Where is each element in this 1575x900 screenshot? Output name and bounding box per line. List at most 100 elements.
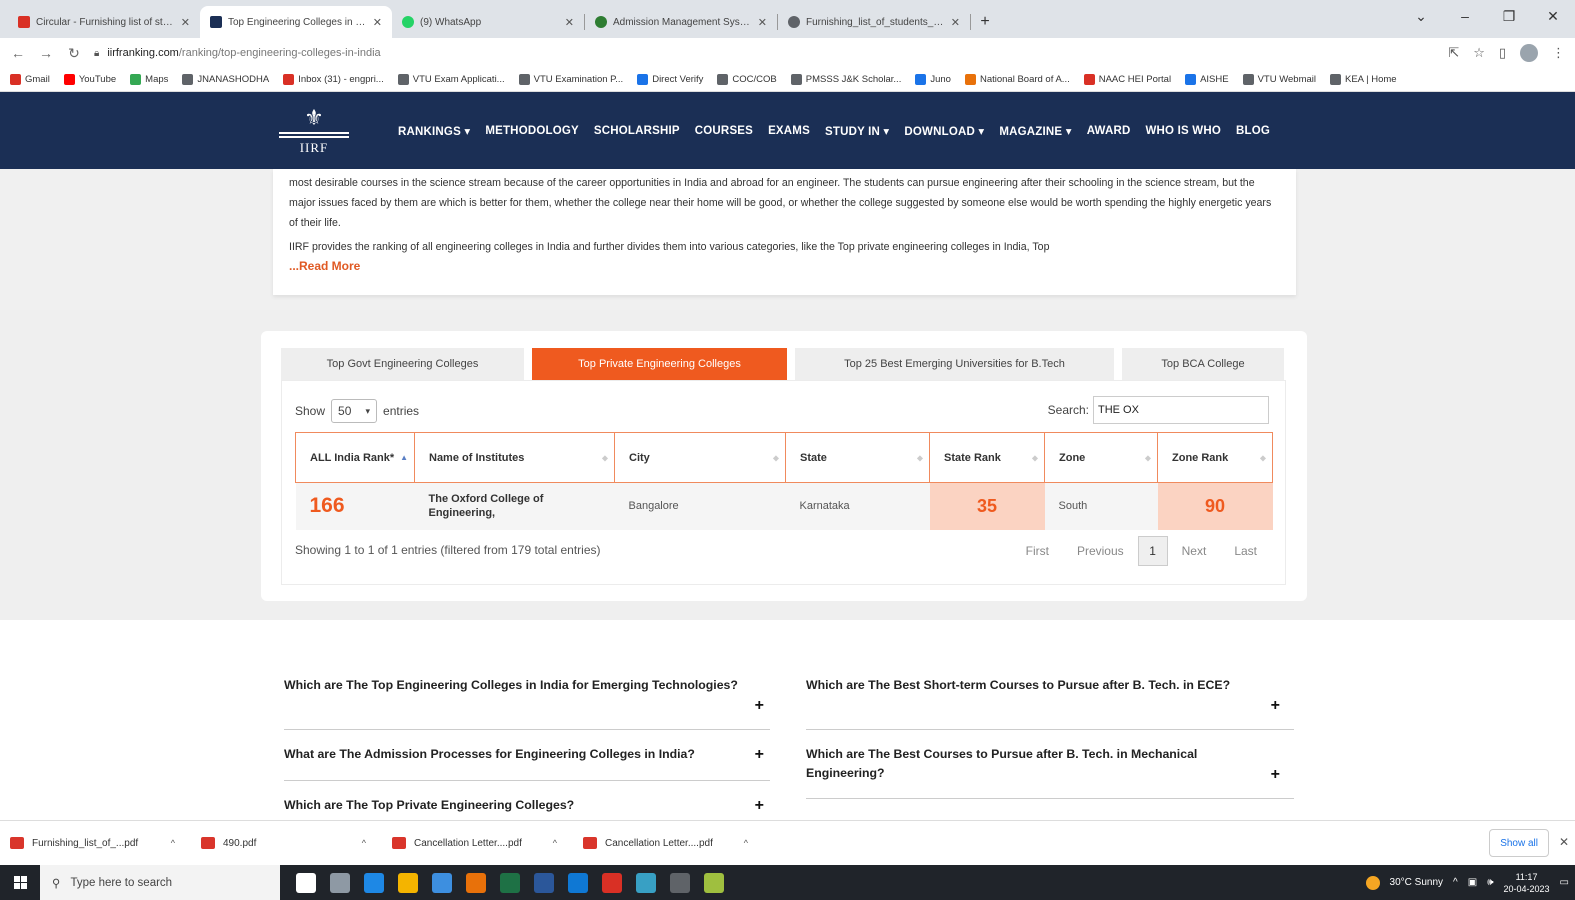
- bookmark-item[interactable]: JNANASHODHA: [182, 74, 269, 85]
- pager-previous[interactable]: Previous: [1063, 544, 1138, 558]
- chevron-up-icon[interactable]: ^: [171, 838, 175, 848]
- column-all-india-rank[interactable]: ALL India Rank* ▲: [295, 432, 415, 483]
- column-zone-rank[interactable]: Zone Rank ◆: [1157, 432, 1273, 483]
- nav-award[interactable]: AWARD: [1087, 125, 1131, 137]
- taskbar-app-icon[interactable]: [704, 872, 724, 893]
- close-tab-icon[interactable]: ✕: [373, 16, 382, 29]
- taskbar-app-icon[interactable]: [568, 872, 588, 893]
- column-state[interactable]: State ◆: [785, 432, 930, 483]
- faq-item[interactable]: What are The Admission Processes for Eng…: [284, 745, 770, 781]
- tab-top-bca-college[interactable]: Top BCA College: [1122, 348, 1284, 380]
- taskbar-clock[interactable]: 11:17 20-04-2023: [1504, 871, 1550, 895]
- nav-courses[interactable]: COURSES: [695, 125, 753, 137]
- close-window-icon[interactable]: ✕: [1531, 0, 1575, 32]
- url-field[interactable]: 🔒︎ iirfranking.com/ranking/top-engineeri…: [94, 47, 1436, 59]
- nav-study-in[interactable]: STUDY IN ▾: [825, 124, 889, 138]
- pager-first[interactable]: First: [1012, 544, 1063, 558]
- faq-item[interactable]: Which are The Best Courses to Pursue aft…: [806, 745, 1294, 799]
- pager-last[interactable]: Last: [1220, 544, 1271, 558]
- chevron-up-icon[interactable]: ^: [553, 838, 557, 848]
- faq-item[interactable]: Which are The Top Engineering Colleges i…: [284, 676, 770, 730]
- bookmark-item[interactable]: VTU Examination P...: [518, 74, 623, 85]
- bookmark-item[interactable]: VTU Webmail: [1242, 74, 1316, 85]
- show-all-button[interactable]: Show all: [1489, 829, 1549, 857]
- institute-name-cell[interactable]: The Oxford College of Engineering,: [414, 482, 615, 530]
- chevron-up-icon[interactable]: ^: [744, 838, 748, 848]
- back-arrow-icon[interactable]: ←: [10, 45, 26, 61]
- download-item[interactable]: 490.pdf ^: [201, 837, 392, 849]
- maximize-icon[interactable]: ❐: [1487, 0, 1531, 32]
- weather-text[interactable]: 30°C Sunny: [1390, 877, 1443, 888]
- browser-tab[interactable]: (9) WhatsApp ✕: [392, 6, 584, 38]
- download-item[interactable]: Cancellation Letter....pdf ^: [392, 837, 583, 849]
- pager-current-page[interactable]: 1: [1137, 536, 1168, 566]
- close-tab-icon[interactable]: ✕: [565, 16, 574, 29]
- column-city[interactable]: City ◆: [614, 432, 786, 483]
- bookmark-item[interactable]: National Board of A...: [964, 74, 1070, 85]
- bookmark-star-icon[interactable]: ☆: [1473, 45, 1485, 61]
- close-tab-icon[interactable]: ✕: [951, 16, 960, 29]
- entries-select[interactable]: 50 ▾: [331, 399, 378, 423]
- tab-top-govt-engineering[interactable]: Top Govt Engineering Colleges: [281, 348, 524, 380]
- taskbar-app-icon[interactable]: [432, 872, 452, 893]
- faq-item[interactable]: Which are The Top Private Engineering Co…: [284, 796, 770, 818]
- chevron-up-icon[interactable]: ^: [362, 838, 366, 848]
- notifications-icon[interactable]: ▭: [1560, 877, 1569, 888]
- browser-tab[interactable]: Furnishing_list_of_students_admi ✕: [778, 6, 970, 38]
- bookmark-item[interactable]: Juno: [915, 74, 951, 85]
- bookmark-item[interactable]: VTU Exam Applicati...: [397, 74, 505, 85]
- taskbar-app-icon[interactable]: [602, 872, 622, 893]
- bookmark-item[interactable]: KEA | Home: [1330, 74, 1397, 85]
- taskbar-app-icon[interactable]: [364, 872, 384, 893]
- pager-next[interactable]: Next: [1168, 544, 1221, 558]
- side-panel-icon[interactable]: ▯: [1499, 45, 1506, 61]
- bookmark-item[interactable]: Direct Verify: [637, 74, 703, 85]
- taskbar-app-icon[interactable]: [670, 872, 690, 893]
- nav-blog[interactable]: BLOG: [1236, 125, 1270, 137]
- bookmark-item[interactable]: AISHE: [1185, 74, 1229, 85]
- plus-icon[interactable]: +: [1271, 765, 1280, 784]
- volume-icon[interactable]: 🕪︎: [1487, 877, 1493, 888]
- bookmark-item[interactable]: PMSSS J&K Scholar...: [790, 74, 901, 85]
- close-downloads-icon[interactable]: ✕: [1559, 835, 1569, 849]
- taskbar-app-icon[interactable]: [296, 872, 316, 893]
- column-zone[interactable]: Zone ◆: [1044, 432, 1158, 483]
- bookmark-item[interactable]: YouTube: [63, 74, 116, 85]
- faq-item[interactable]: Which are The Best Short-term Courses to…: [806, 676, 1294, 730]
- taskbar-app-icon[interactable]: [636, 872, 656, 893]
- close-tab-icon[interactable]: ✕: [758, 16, 767, 29]
- taskbar-app-icon[interactable]: [466, 872, 486, 893]
- read-more-link[interactable]: ...Read More: [289, 259, 360, 273]
- bookmark-item[interactable]: COC/COB: [717, 74, 777, 85]
- menu-kebab-icon[interactable]: ⋮: [1552, 45, 1565, 61]
- iirf-logo[interactable]: ⚜ IIRF: [272, 97, 356, 165]
- share-icon[interactable]: ⇱: [1448, 45, 1459, 61]
- bookmark-item[interactable]: Gmail: [10, 74, 50, 85]
- bookmark-item[interactable]: NAAC HEI Portal: [1083, 74, 1171, 85]
- nav-exams[interactable]: EXAMS: [768, 125, 810, 137]
- taskbar-search[interactable]: ⚲ Type here to search: [40, 865, 280, 900]
- plus-icon[interactable]: +: [1271, 696, 1280, 715]
- column-state-rank[interactable]: State Rank ◆: [929, 432, 1045, 483]
- download-item[interactable]: Furnishing_list_of_...pdf ^: [10, 837, 201, 849]
- bookmark-item[interactable]: Maps: [130, 74, 168, 85]
- tab-search-icon[interactable]: ⌄: [1399, 0, 1443, 32]
- taskbar-app-icon[interactable]: [534, 872, 554, 893]
- close-tab-icon[interactable]: ✕: [181, 16, 190, 29]
- download-item[interactable]: Cancellation Letter....pdf ^: [583, 837, 774, 849]
- browser-tab[interactable]: Admission Management System ✕: [585, 6, 777, 38]
- minimize-icon[interactable]: –: [1443, 0, 1487, 32]
- tray-chevron-icon[interactable]: ^: [1453, 877, 1458, 888]
- profile-avatar[interactable]: [1520, 44, 1538, 62]
- tab-top-25-emerging-universities[interactable]: Top 25 Best Emerging Universities for B.…: [795, 348, 1114, 380]
- browser-tab-active[interactable]: Top Engineering Colleges in India ✕: [200, 6, 392, 38]
- nav-magazine[interactable]: MAGAZINE ▾: [999, 124, 1071, 138]
- new-tab-button[interactable]: +: [971, 6, 999, 38]
- column-name-of-institutes[interactable]: Name of Institutes ◆: [414, 432, 615, 483]
- browser-tab[interactable]: Circular - Furnishing list of stude ✕: [8, 6, 200, 38]
- bookmark-item[interactable]: Inbox (31) - engpri...: [283, 74, 384, 85]
- taskbar-app-icon[interactable]: [398, 872, 418, 893]
- taskbar-app-icon[interactable]: [330, 872, 350, 893]
- plus-icon[interactable]: +: [755, 696, 764, 715]
- taskbar-app-icon[interactable]: [500, 872, 520, 893]
